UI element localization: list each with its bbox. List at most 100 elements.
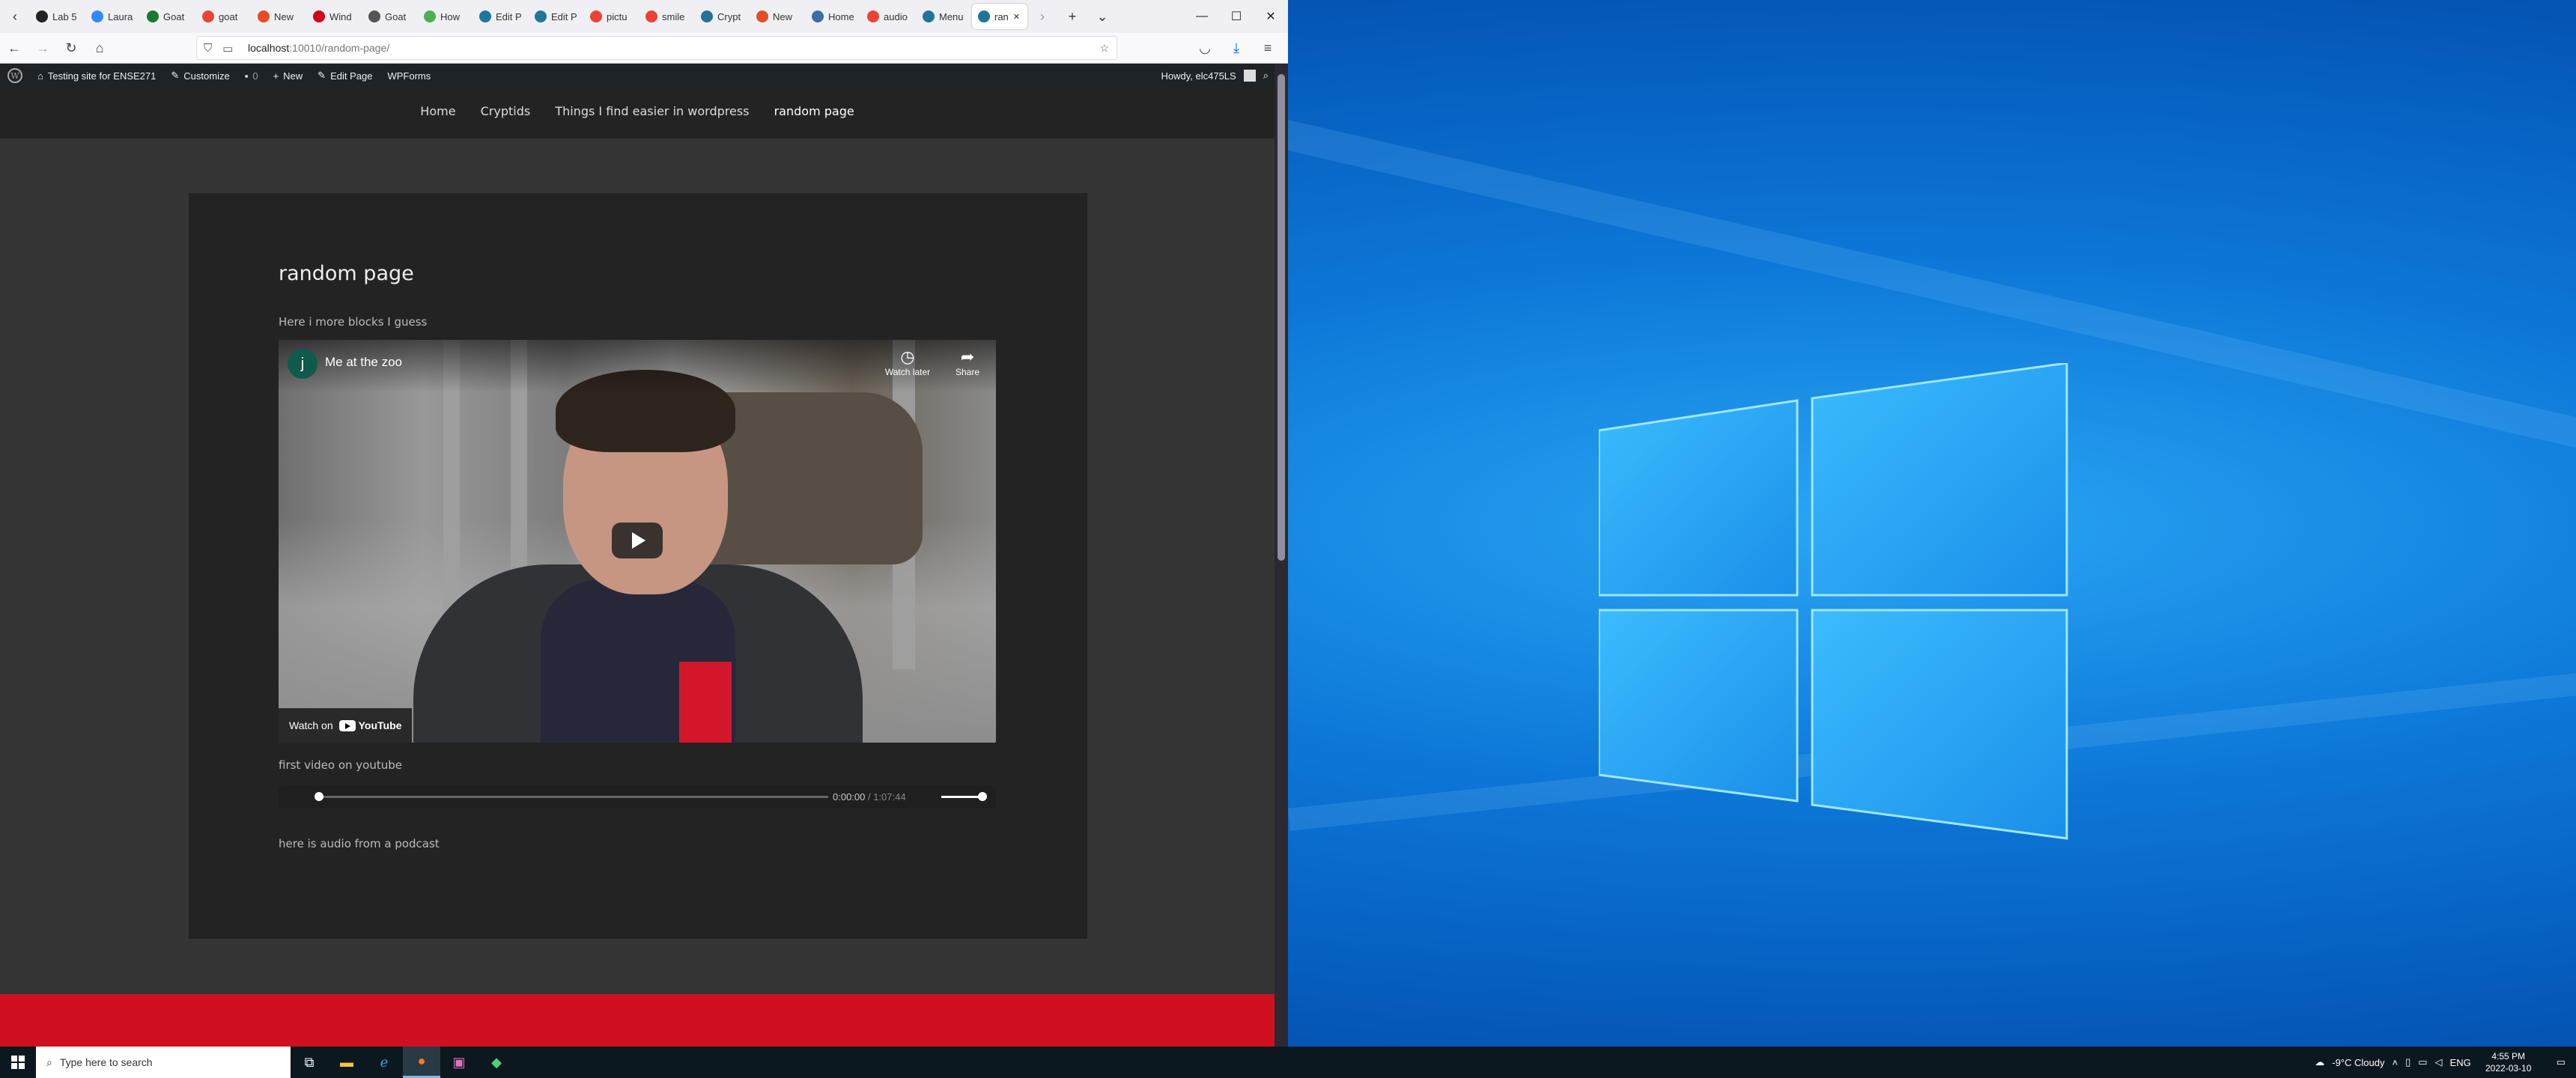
watch-on-label: Watch on bbox=[289, 719, 333, 731]
new-content-link[interactable]: + New bbox=[266, 64, 311, 88]
photos-icon[interactable]: ▣ bbox=[440, 1047, 478, 1078]
menu-item-things[interactable]: Things I find easier in wordpress bbox=[555, 104, 749, 118]
wordpress-logo-icon[interactable]: W bbox=[0, 64, 30, 88]
my-account-link[interactable]: Howdy, elc475LS bbox=[1161, 70, 1236, 82]
firefox-taskbar-icon[interactable]: ● bbox=[403, 1047, 440, 1078]
task-view-icon[interactable]: ⧉ bbox=[291, 1047, 328, 1078]
tab-label: New bbox=[773, 10, 793, 22]
menu-icon[interactable]: ≡ bbox=[1254, 36, 1282, 60]
play-button[interactable] bbox=[612, 523, 663, 558]
search-icon[interactable]: ⌕ bbox=[1263, 70, 1269, 82]
browser-tab[interactable]: Edit P bbox=[473, 4, 529, 29]
page-viewport: Home Cryptids Things I find easier in wo… bbox=[0, 88, 1275, 1047]
list-tabs-button[interactable]: ⌄ bbox=[1087, 4, 1117, 29]
tab-label: pictu bbox=[607, 10, 628, 22]
network-icon[interactable]: ▭ bbox=[2418, 1056, 2427, 1068]
admin-bar-right: Howdy, elc475LS ⌕ bbox=[1161, 64, 1269, 88]
app-diamond-icon[interactable]: ◆ bbox=[478, 1047, 515, 1078]
tab-label: goat bbox=[219, 10, 238, 22]
content-card: random page Here i more blocks I guess j… bbox=[189, 193, 1087, 939]
tab-label: How bbox=[440, 10, 461, 22]
search-icon: ⌕ bbox=[46, 1056, 52, 1068]
pocket-icon[interactable]: ◡ bbox=[1191, 36, 1219, 60]
wpforms-link[interactable]: WPForms bbox=[380, 64, 438, 88]
watch-later-button[interactable]: ◷ Watch later bbox=[878, 347, 938, 377]
audio-player[interactable]: 0:00:00 / 1:07:44 bbox=[279, 786, 996, 808]
intro-paragraph: Here i more blocks I guess bbox=[279, 315, 428, 329]
tab-scroll-left-button[interactable]: ‹ bbox=[0, 4, 30, 29]
browser-tab[interactable]: Menu bbox=[917, 4, 972, 29]
browser-tab[interactable]: audio bbox=[861, 4, 917, 29]
clock[interactable]: 4:55 PM 2022-03-10 bbox=[2479, 1050, 2539, 1074]
file-explorer-icon[interactable]: ▬ bbox=[328, 1047, 365, 1078]
url-bar[interactable]: localhost:10010/random-page/ ☆ bbox=[196, 36, 1117, 60]
reload-icon[interactable]: ↻ bbox=[57, 36, 85, 60]
forward-icon[interactable]: → bbox=[28, 36, 57, 60]
browser-tab[interactable]: Crypt bbox=[695, 4, 750, 29]
new-tab-button[interactable]: + bbox=[1057, 4, 1087, 29]
video-title[interactable]: Me at the zoo bbox=[325, 355, 402, 370]
menu-item-home[interactable]: Home bbox=[420, 104, 455, 118]
browser-tab[interactable]: Edit P bbox=[529, 4, 584, 29]
share-button[interactable]: ➦ Share bbox=[938, 347, 996, 377]
bookmark-star-icon[interactable]: ☆ bbox=[1099, 42, 1109, 55]
browser-tab[interactable]: Goat bbox=[141, 4, 196, 29]
taskbar-search[interactable]: ⌕ Type here to search bbox=[36, 1047, 291, 1078]
comment-icon: ▪ bbox=[244, 70, 249, 82]
notification-icon[interactable]: ▭ bbox=[2546, 1056, 2576, 1068]
site-name-label: Testing site for ENSE271 bbox=[47, 70, 157, 82]
battery-icon[interactable]: ▯ bbox=[2405, 1056, 2411, 1068]
channel-avatar[interactable]: j bbox=[288, 349, 318, 379]
browser-tab[interactable]: smile bbox=[640, 4, 695, 29]
site-name-link[interactable]: ⌂ Testing site for ENSE271 bbox=[30, 64, 163, 88]
language-label[interactable]: ENG bbox=[2450, 1057, 2471, 1068]
youtube-embed[interactable]: j Me at the zoo ◷ Watch later ➦ Share Wa… bbox=[279, 340, 996, 743]
audio-seek-handle[interactable] bbox=[315, 792, 323, 801]
edit-page-label: Edit Page bbox=[330, 70, 373, 82]
site-header: Home Cryptids Things I find easier in wo… bbox=[0, 88, 1275, 138]
browser-tab[interactable]: goat bbox=[196, 4, 252, 29]
browser-tab[interactable]: Home bbox=[806, 4, 861, 29]
menu-item-cryptids[interactable]: Cryptids bbox=[481, 104, 531, 118]
maximize-button[interactable]: ☐ bbox=[1219, 0, 1254, 33]
tracking-shield-icon[interactable]: ⛉ bbox=[204, 42, 212, 55]
browser-tab[interactable]: How bbox=[418, 4, 473, 29]
youtube-wordmark: YouTube bbox=[358, 719, 402, 731]
downloads-icon[interactable]: ⤓ bbox=[1222, 36, 1251, 60]
zoom-icon bbox=[91, 10, 103, 22]
avatar[interactable] bbox=[1243, 70, 1256, 82]
browser-tab[interactable]: pictu bbox=[584, 4, 640, 29]
back-icon[interactable]: ← bbox=[0, 36, 28, 60]
menu-item-random-page[interactable]: random page bbox=[774, 104, 854, 118]
close-tab-icon[interactable]: ✕ bbox=[1013, 12, 1020, 22]
browser-tab[interactable]: Goat bbox=[362, 4, 418, 29]
home-icon[interactable]: ⌂ bbox=[85, 36, 114, 60]
show-hidden-icons-icon[interactable]: ˄ bbox=[2392, 1057, 2398, 1068]
volume-icon[interactable]: ◁ bbox=[2435, 1056, 2443, 1068]
svg-text:W: W bbox=[10, 71, 19, 81]
browser-tab[interactable]: New bbox=[750, 4, 806, 29]
browser-tab[interactable]: ran ✕ bbox=[972, 4, 1027, 29]
audio-seek-bar[interactable] bbox=[319, 796, 828, 798]
tab-scroll-right-button[interactable]: › bbox=[1027, 4, 1057, 29]
watch-on-youtube-button[interactable]: Watch on YouTube bbox=[279, 708, 413, 743]
scrollbar-thumb[interactable] bbox=[1278, 74, 1285, 561]
video-caption: first video on youtube bbox=[279, 758, 402, 772]
start-button[interactable] bbox=[0, 1047, 36, 1078]
browser-tab[interactable]: Wind bbox=[307, 4, 362, 29]
minimize-button[interactable]: — bbox=[1185, 0, 1219, 33]
windows-start-icon bbox=[11, 1056, 25, 1069]
browser-tab[interactable]: New bbox=[252, 4, 307, 29]
close-window-button[interactable]: ✕ bbox=[1254, 0, 1288, 33]
page-info-icon[interactable]: ▭ bbox=[222, 42, 233, 55]
volume-slider[interactable] bbox=[941, 796, 983, 798]
edit-page-link[interactable]: ✎ Edit Page bbox=[310, 64, 380, 88]
weather-label[interactable]: -9°C Cloudy bbox=[2332, 1057, 2384, 1068]
comments-link[interactable]: ▪ 0 bbox=[237, 64, 266, 88]
browser-tab[interactable]: Lab 5 bbox=[30, 4, 85, 29]
volume-handle[interactable] bbox=[978, 792, 987, 801]
browser-tab[interactable]: Laura bbox=[85, 4, 141, 29]
edge-icon[interactable]: ℯ bbox=[365, 1047, 403, 1078]
customize-link[interactable]: ✎ Customize bbox=[163, 64, 237, 88]
page-scrollbar[interactable] bbox=[1275, 64, 1288, 1047]
